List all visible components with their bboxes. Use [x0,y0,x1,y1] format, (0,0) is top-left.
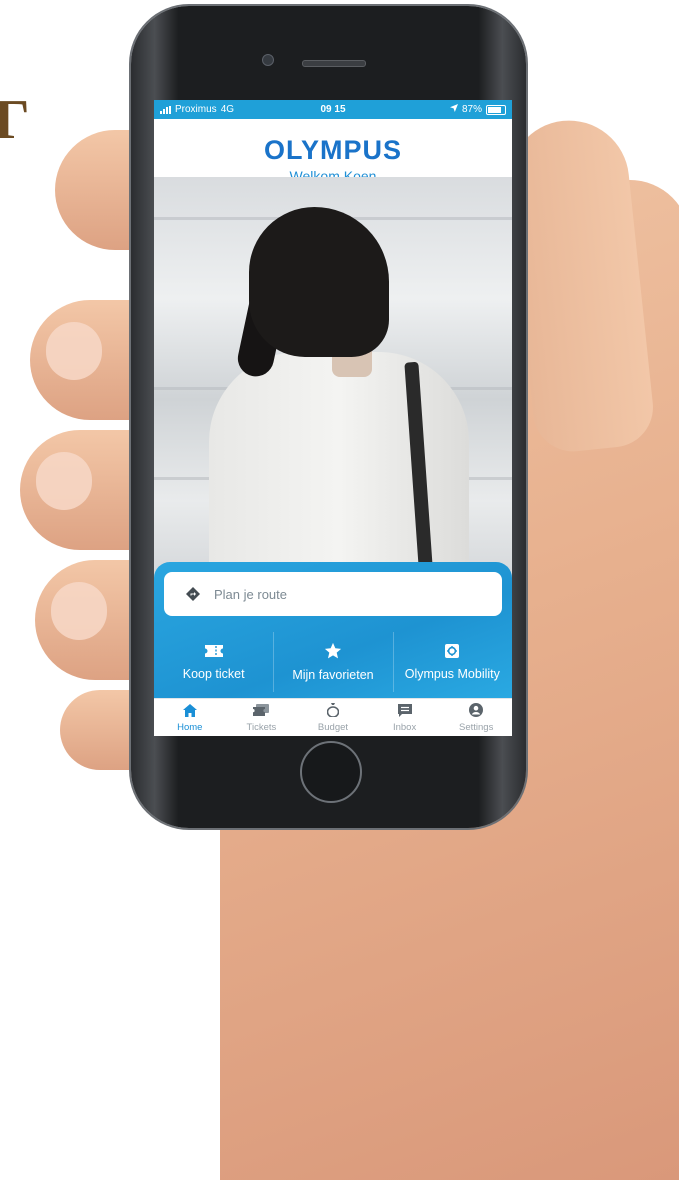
finger-nail [51,582,107,640]
buy-ticket-label: Koop ticket [182,667,245,681]
location-arrow-icon [449,104,458,115]
olympus-logo: OLYMPUS [263,135,403,165]
home-icon [182,703,197,720]
star-icon [324,642,342,660]
tab-budget[interactable]: Budget [297,699,369,736]
plan-route-input[interactable]: Plan je route [164,572,502,616]
mobility-icon [444,643,460,659]
corner-glyph: Г [0,89,30,151]
directions-icon [186,587,200,601]
tickets-icon [253,703,270,720]
inbox-icon [397,703,412,720]
buy-ticket-button[interactable]: Koop ticket [154,626,273,698]
action-panel: Plan je route Koop ticket Mijn favoriete… [154,562,512,698]
woman-figure-hair [249,207,389,357]
settings-icon [469,703,484,720]
tab-home-label: Home [177,721,203,733]
front-camera [262,54,274,66]
status-right: 87% [449,104,506,115]
favorites-label: Mijn favorieten [292,668,374,682]
tab-settings[interactable]: Settings [440,699,512,736]
tab-inbox[interactable]: Inbox [369,699,441,736]
battery-icon [486,104,506,115]
quick-actions: Koop ticket Mijn favorieten Olympus Mobi… [154,626,512,698]
plan-route-placeholder: Plan je route [214,586,287,602]
battery-percentage: 87% [461,104,482,115]
tab-budget-label: Budget [317,722,349,733]
tab-tickets-label: Tickets [246,721,277,733]
app-header: OLYMPUS Welkom Koen [154,119,512,184]
home-button[interactable] [300,741,362,803]
phone-device: Proximus 4G 09 15 87% OLYMPUS Welkom Koe… [131,6,526,828]
hero-photo [154,177,512,592]
mobility-button[interactable]: Olympus Mobility [392,626,512,698]
tab-settings-label: Settings [459,722,494,733]
phone-screen: Proximus 4G 09 15 87% OLYMPUS Welkom Koe… [154,100,512,736]
ticket-icon [204,643,224,659]
status-bar: Proximus 4G 09 15 87% [154,100,512,119]
tab-tickets[interactable]: Tickets [226,699,298,736]
earpiece-speaker [302,60,366,67]
finger-nail [36,452,92,510]
favorites-button[interactable]: Mijn favorieten [273,626,392,698]
finger-nail [46,322,102,380]
tab-home[interactable]: Home [154,699,226,736]
mobility-label: Olympus Mobility [404,667,500,681]
bottom-tab-bar: Home Tickets Budget Inbox Settings [154,698,512,736]
budget-icon [326,703,340,720]
tab-inbox-label: Inbox [392,721,417,733]
